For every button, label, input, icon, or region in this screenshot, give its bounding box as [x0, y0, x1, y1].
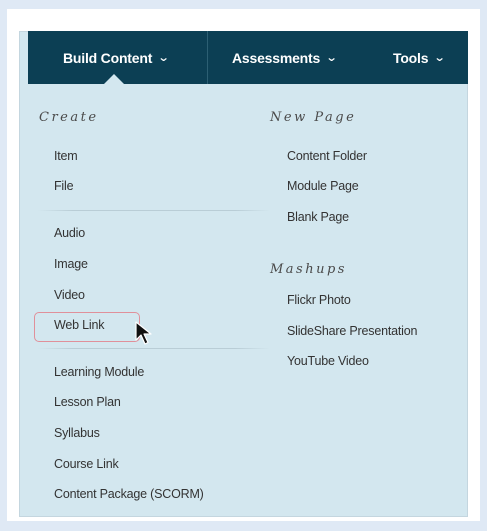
tab-tools[interactable]: Tools ⌄ [393, 31, 446, 84]
menu-item-video[interactable]: Video [54, 288, 85, 302]
tab-assessments[interactable]: Assessments ⌄ [232, 31, 338, 84]
menu-item-lesson-plan[interactable]: Lesson Plan [54, 395, 121, 409]
dropdown-pointer [104, 74, 124, 84]
tab-tools-label: Tools [393, 49, 429, 66]
chevron-down-icon: ⌄ [325, 52, 338, 64]
menu-item-learning-module[interactable]: Learning Module [54, 365, 144, 379]
menu-bar: Build Content ⌄ Assessments ⌄ Tools ⌄ [28, 31, 468, 84]
mashups-heading: Mashups [270, 262, 347, 277]
menu-item-flickr-photo[interactable]: Flickr Photo [287, 293, 351, 307]
new-page-heading: New Page [270, 110, 357, 125]
web-link-highlight [34, 312, 140, 342]
tab-assessments-label: Assessments [232, 49, 321, 66]
menu-item-file[interactable]: File [54, 179, 74, 193]
menu-item-slideshare-presentation[interactable]: SlideShare Presentation [287, 324, 417, 338]
tab-build-content-label: Build Content [63, 49, 153, 66]
menu-item-audio[interactable]: Audio [54, 226, 85, 240]
menu-divider [38, 348, 270, 349]
menu-item-item[interactable]: Item [54, 149, 78, 163]
menu-item-content-folder[interactable]: Content Folder [287, 149, 367, 163]
menu-item-module-page[interactable]: Module Page [287, 179, 359, 193]
menu-item-content-package[interactable]: Content Package (SCORM) [54, 487, 204, 501]
menu-item-blank-page[interactable]: Blank Page [287, 210, 349, 224]
create-heading: Create [39, 110, 99, 125]
chevron-down-icon: ⌄ [157, 52, 170, 64]
menu-item-syllabus[interactable]: Syllabus [54, 426, 100, 440]
menu-divider [38, 210, 270, 211]
menu-item-youtube-video[interactable]: YouTube Video [287, 354, 369, 368]
menu-separator [207, 31, 208, 84]
dropdown-panel [19, 31, 468, 517]
menu-item-image[interactable]: Image [54, 257, 88, 271]
chevron-down-icon: ⌄ [433, 52, 446, 64]
menu-item-course-link[interactable]: Course Link [54, 457, 119, 471]
mouse-pointer-icon [135, 321, 152, 345]
